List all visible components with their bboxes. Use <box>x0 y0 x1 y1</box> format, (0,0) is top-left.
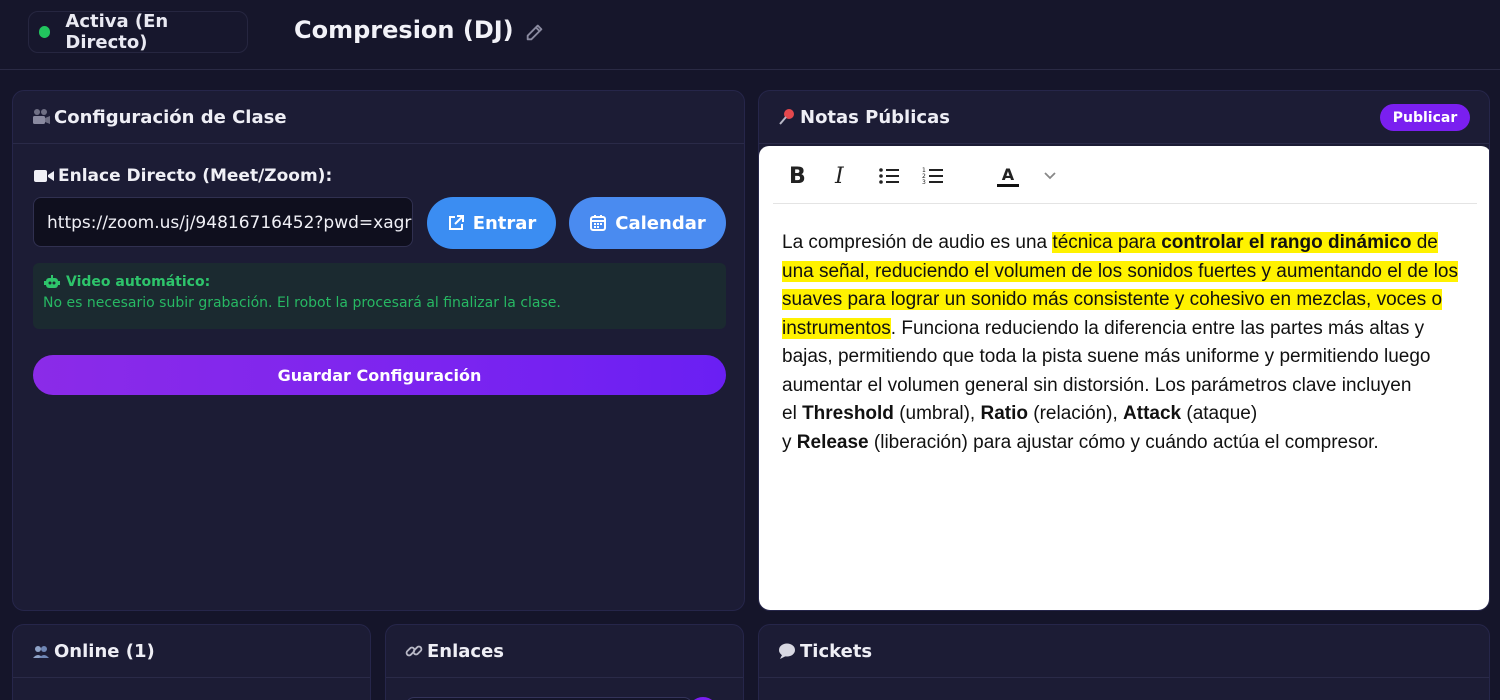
film-camera-icon <box>33 109 50 124</box>
config-title: Configuración de Clase <box>54 106 287 128</box>
bullet-list-icon <box>879 168 899 184</box>
editor-toolbar: B I 1 2 3 A <box>773 146 1477 204</box>
calendar-button[interactable]: Calendar <box>569 197 726 249</box>
publish-button[interactable]: Publicar <box>1380 104 1470 131</box>
page-title: Compresion (DJ) <box>294 16 514 44</box>
auto-video-notice: Video automático: No es necesario subir … <box>33 263 726 329</box>
live-dot-icon <box>39 26 51 38</box>
live-status-badge: Activa (En Directo) <box>28 11 248 53</box>
color-dropdown[interactable] <box>1041 164 1059 188</box>
speech-bubble-icon <box>779 643 795 659</box>
tickets-title: Tickets <box>800 640 873 662</box>
pencil-icon[interactable] <box>524 21 546 43</box>
calendar-icon <box>590 215 607 231</box>
links-title: Enlaces <box>427 640 505 662</box>
auto-video-desc: No es necesario subir grabación. El robo… <box>43 295 561 311</box>
numbered-list-icon: 1 2 3 <box>922 167 943 186</box>
text-color-letter: A <box>1001 164 1015 184</box>
link-chain-icon <box>405 645 423 657</box>
bullet-list-button[interactable] <box>877 164 901 188</box>
external-link-icon <box>448 215 464 230</box>
online-header: Online (1) <box>13 625 370 678</box>
save-config-button[interactable]: Guardar Configuración <box>33 355 726 395</box>
bold-button[interactable]: B <box>789 164 806 189</box>
text-color-swatch <box>997 183 1019 187</box>
meeting-link-input[interactable]: https://zoom.us/j/94816716452?pwd=xagr <box>33 197 413 247</box>
config-header: Configuración de Clase <box>13 91 744 144</box>
notes-content[interactable]: La compresión de audio es una técnica pa… <box>782 229 1472 457</box>
enter-button[interactable]: Entrar <box>427 197 556 249</box>
links-header: Enlaces <box>386 625 743 678</box>
numbered-list-button[interactable]: 1 2 3 <box>921 164 945 188</box>
class-config-panel: Configuración de Clase Enlace Directo (M… <box>12 90 745 611</box>
top-header: Activa (En Directo) Compresion (DJ) <box>0 0 1500 70</box>
online-users-panel: Online (1) <box>12 624 371 700</box>
svg-text:3: 3 <box>922 179 926 186</box>
pushpin-icon <box>779 109 794 125</box>
links-panel: Enlaces <box>385 624 744 700</box>
tickets-panel: Tickets <box>758 624 1490 700</box>
tickets-header: Tickets <box>759 625 1489 678</box>
video-camera-icon <box>34 170 54 182</box>
robot-icon <box>44 275 60 288</box>
italic-button[interactable]: I <box>835 164 844 189</box>
notes-title: Notas Públicas <box>800 106 950 128</box>
status-text: Activa (En Directo) <box>65 11 169 53</box>
rich-text-editor[interactable]: B I 1 2 3 A La compresión de audio es un… <box>759 146 1489 610</box>
text-color-button[interactable]: A <box>995 164 1021 188</box>
chevron-down-icon <box>1044 172 1056 180</box>
public-notes-panel: Notas Públicas Publicar B I 1 2 3 A La c… <box>758 90 1490 611</box>
auto-video-title: Video automático: <box>43 274 716 290</box>
link-label: Enlace Directo (Meet/Zoom): <box>33 166 332 186</box>
users-icon <box>33 646 49 658</box>
online-title: Online (1) <box>54 640 155 662</box>
